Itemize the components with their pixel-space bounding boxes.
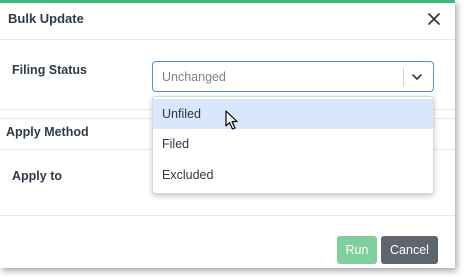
option-excluded[interactable]: Excluded (153, 160, 433, 190)
run-button[interactable]: Run (337, 236, 377, 264)
filing-status-select[interactable]: Unchanged (152, 61, 434, 92)
filing-status-label: Filing Status (12, 63, 87, 77)
option-label: Unfiled (162, 107, 201, 121)
apply-method-label: Apply Method (6, 125, 89, 139)
option-filed[interactable]: Filed (153, 129, 433, 159)
chevron-down-icon[interactable] (410, 70, 424, 84)
mouse-pointer-icon (225, 110, 238, 130)
option-label: Excluded (162, 168, 214, 182)
filing-status-select-value: Unchanged (162, 70, 226, 84)
filing-status-dropdown-menu: Unfiled Filed Excluded (152, 96, 434, 194)
option-unfiled[interactable]: Unfiled (153, 99, 433, 129)
dialog-header: Bulk Update (0, 3, 455, 40)
dialog-title: Bulk Update (8, 11, 84, 26)
footer-divider (0, 215, 455, 216)
close-icon[interactable] (425, 10, 443, 28)
select-separator (403, 68, 404, 86)
apply-to-label: Apply to (12, 169, 62, 183)
cancel-button[interactable]: Cancel (381, 236, 438, 264)
option-label: Filed (162, 137, 190, 151)
